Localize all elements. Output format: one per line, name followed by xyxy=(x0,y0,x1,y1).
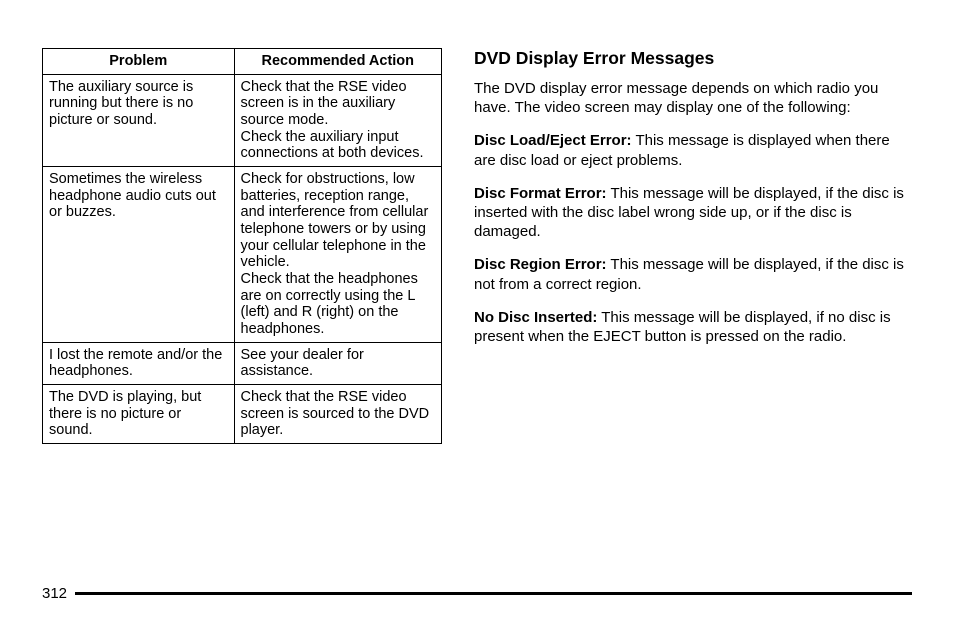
error-term: No Disc Inserted: xyxy=(474,309,597,326)
page-number: 312 xyxy=(42,585,67,602)
table-row: Sometimes the wireless headphone audio c… xyxy=(43,167,442,343)
footer-rule xyxy=(75,592,912,595)
page-footer: 312 xyxy=(42,585,912,602)
problem-cell: The DVD is playing, but there is no pict… xyxy=(43,385,235,444)
problem-cell: Sometimes the wireless headphone audio c… xyxy=(43,167,235,343)
section-heading: DVD Display Error Messages xyxy=(474,48,912,69)
problem-cell: I lost the remote and/or the headphones. xyxy=(43,342,235,384)
error-item: Disc Format Error: This message will be … xyxy=(474,184,912,242)
error-item: Disc Load/Eject Error: This message is d… xyxy=(474,131,912,169)
table-row: I lost the remote and/or the headphones.… xyxy=(43,342,442,384)
error-term: Disc Format Error: xyxy=(474,185,607,202)
error-term: Disc Region Error: xyxy=(474,256,607,273)
troubleshooting-table: Problem Recommended Action The auxiliary… xyxy=(42,48,442,444)
action-cell: Check that the RSE video screen is in th… xyxy=(234,74,441,166)
intro-paragraph: The DVD display error message depends on… xyxy=(474,79,912,117)
table-header-row: Problem Recommended Action xyxy=(43,49,442,75)
error-item: No Disc Inserted: This message will be d… xyxy=(474,308,912,346)
error-item: Disc Region Error: This message will be … xyxy=(474,255,912,293)
problem-cell: The auxiliary source is running but ther… xyxy=(43,74,235,166)
table-row: The auxiliary source is running but ther… xyxy=(43,74,442,166)
action-cell: Check for obstructions, low batteries, r… xyxy=(234,167,441,343)
table-row: The DVD is playing, but there is no pict… xyxy=(43,385,442,444)
header-action: Recommended Action xyxy=(234,49,441,75)
action-cell: See your dealer for assistance. xyxy=(234,342,441,384)
error-term: Disc Load/Eject Error: xyxy=(474,132,632,149)
action-cell: Check that the RSE video screen is sourc… xyxy=(234,385,441,444)
header-problem: Problem xyxy=(43,49,235,75)
